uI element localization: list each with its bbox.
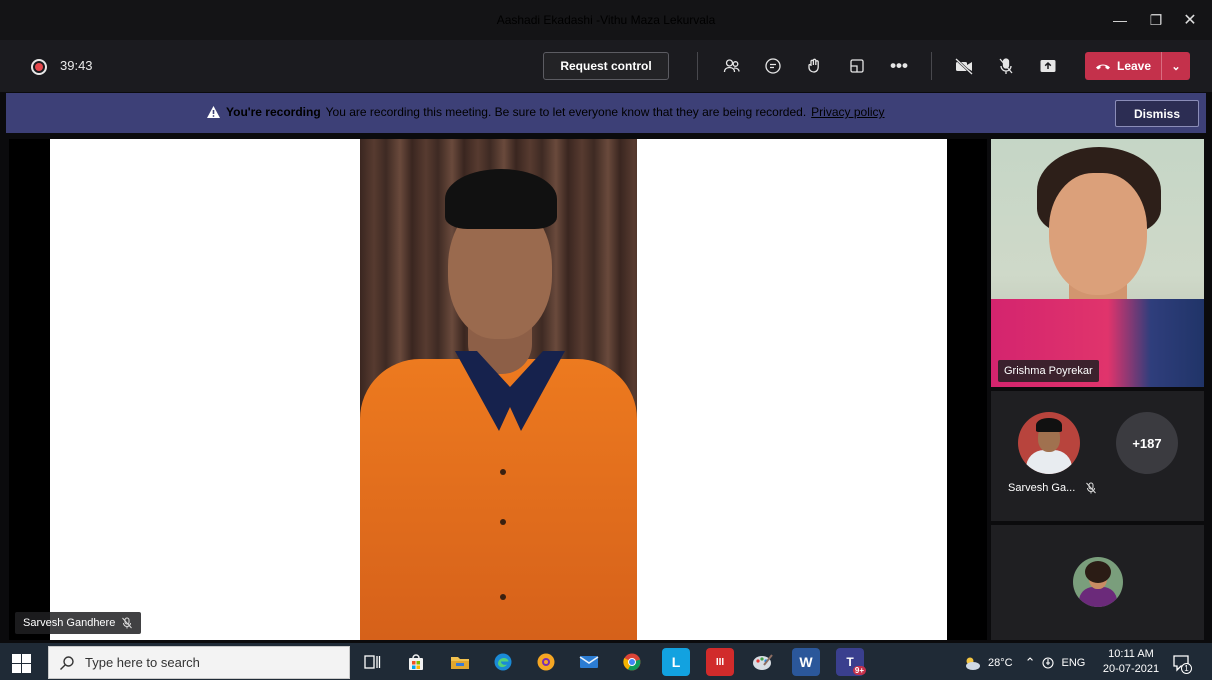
avatar bbox=[1073, 557, 1123, 607]
minimize-icon[interactable]: — bbox=[1102, 0, 1138, 40]
warning-icon bbox=[207, 106, 220, 118]
brave-icon[interactable] bbox=[532, 648, 560, 676]
mail-icon[interactable] bbox=[575, 648, 603, 676]
toolbar-divider bbox=[931, 52, 932, 80]
toolbar-divider bbox=[697, 52, 698, 80]
avatar bbox=[1018, 412, 1080, 474]
red-app-icon[interactable]: III bbox=[706, 648, 734, 676]
chrome-icon[interactable] bbox=[618, 648, 646, 676]
search-placeholder: Type here to search bbox=[85, 655, 200, 670]
more-icon[interactable]: ••• bbox=[884, 52, 914, 80]
people-icon[interactable] bbox=[717, 52, 747, 80]
taskbar-search-input[interactable]: Type here to search bbox=[48, 646, 350, 679]
leave-button[interactable]: Leave bbox=[1085, 52, 1161, 80]
main-participant-name: Sarvesh Gandhere bbox=[23, 617, 116, 629]
participant-avatar-label: Sarvesh Ga... bbox=[1008, 482, 1097, 494]
chat-icon[interactable] bbox=[758, 52, 788, 80]
main-participant-name-tag: Sarvesh Gandhere bbox=[15, 612, 142, 634]
clock-date: 20-07-2021 bbox=[1102, 663, 1160, 675]
search-icon bbox=[60, 655, 74, 670]
participant-name: Sarvesh Ga... bbox=[1008, 482, 1076, 494]
recording-indicator-icon bbox=[31, 59, 47, 75]
mic-muted-icon bbox=[122, 617, 133, 629]
teams-badge: 9+ bbox=[852, 666, 866, 675]
notification-icon[interactable]: 1 bbox=[1170, 652, 1192, 674]
recording-banner-text: You're recording You are recording this … bbox=[206, 105, 885, 119]
meeting-timer: 39:43 bbox=[60, 58, 93, 73]
dismiss-button[interactable]: Dismiss bbox=[1115, 100, 1199, 127]
banner-message: You are recording this meeting. Be sure … bbox=[325, 105, 807, 119]
paint-icon[interactable] bbox=[749, 648, 777, 676]
system-tray: 28°C ⌃ ENG bbox=[962, 650, 1085, 676]
request-control-button[interactable]: Request control bbox=[543, 52, 669, 80]
camera-off-icon[interactable] bbox=[949, 52, 979, 80]
window-title: Aashadi Ekadashi -Vithu Maza Lekurvala bbox=[496, 13, 716, 27]
privacy-policy-link[interactable]: Privacy policy bbox=[811, 105, 884, 119]
restore-icon[interactable]: ❐ bbox=[1138, 0, 1174, 40]
leave-button-group: Leave ⌄ bbox=[1085, 52, 1190, 80]
file-explorer-icon[interactable] bbox=[446, 648, 474, 676]
more-participants-badge[interactable]: +187 bbox=[1116, 412, 1178, 474]
hang-up-icon bbox=[1096, 64, 1110, 70]
l-app-icon[interactable]: L bbox=[662, 648, 690, 676]
close-icon[interactable]: ✕ bbox=[1172, 0, 1208, 40]
notification-count: 1 bbox=[1181, 663, 1192, 674]
chevron-up-icon[interactable]: ⌃ bbox=[1025, 655, 1036, 671]
mic-off-icon[interactable] bbox=[991, 52, 1021, 80]
teams-icon[interactable]: T 9+ bbox=[836, 648, 866, 676]
weather-temperature[interactable]: 28°C bbox=[988, 657, 1013, 669]
teams-label: T bbox=[846, 655, 854, 669]
chevron-down-icon[interactable]: ⌄ bbox=[1161, 52, 1190, 80]
share-icon[interactable] bbox=[1033, 52, 1063, 80]
rooms-icon[interactable] bbox=[842, 52, 872, 80]
reactions-icon[interactable] bbox=[800, 52, 830, 80]
store-icon[interactable] bbox=[402, 648, 430, 676]
participant-name-tag: Grishma Poyrekar bbox=[998, 360, 1099, 382]
task-view-icon[interactable] bbox=[358, 648, 386, 676]
main-participant-video bbox=[360, 139, 637, 640]
clock-time: 10:11 AM bbox=[1108, 648, 1154, 660]
word-icon[interactable]: W bbox=[792, 648, 820, 676]
windows-start-icon[interactable] bbox=[10, 652, 32, 674]
weather-icon[interactable] bbox=[962, 655, 982, 671]
mic-muted-icon bbox=[1086, 482, 1097, 494]
network-icon[interactable] bbox=[1041, 656, 1055, 670]
taskbar-clock[interactable]: 10:11 AM 20-07-2021 bbox=[1101, 647, 1161, 677]
participant-video-tile[interactable] bbox=[991, 139, 1204, 387]
edge-icon[interactable] bbox=[489, 648, 517, 676]
language-indicator[interactable]: ENG bbox=[1061, 657, 1085, 669]
banner-title: You're recording bbox=[226, 105, 321, 119]
leave-label: Leave bbox=[1117, 59, 1152, 73]
